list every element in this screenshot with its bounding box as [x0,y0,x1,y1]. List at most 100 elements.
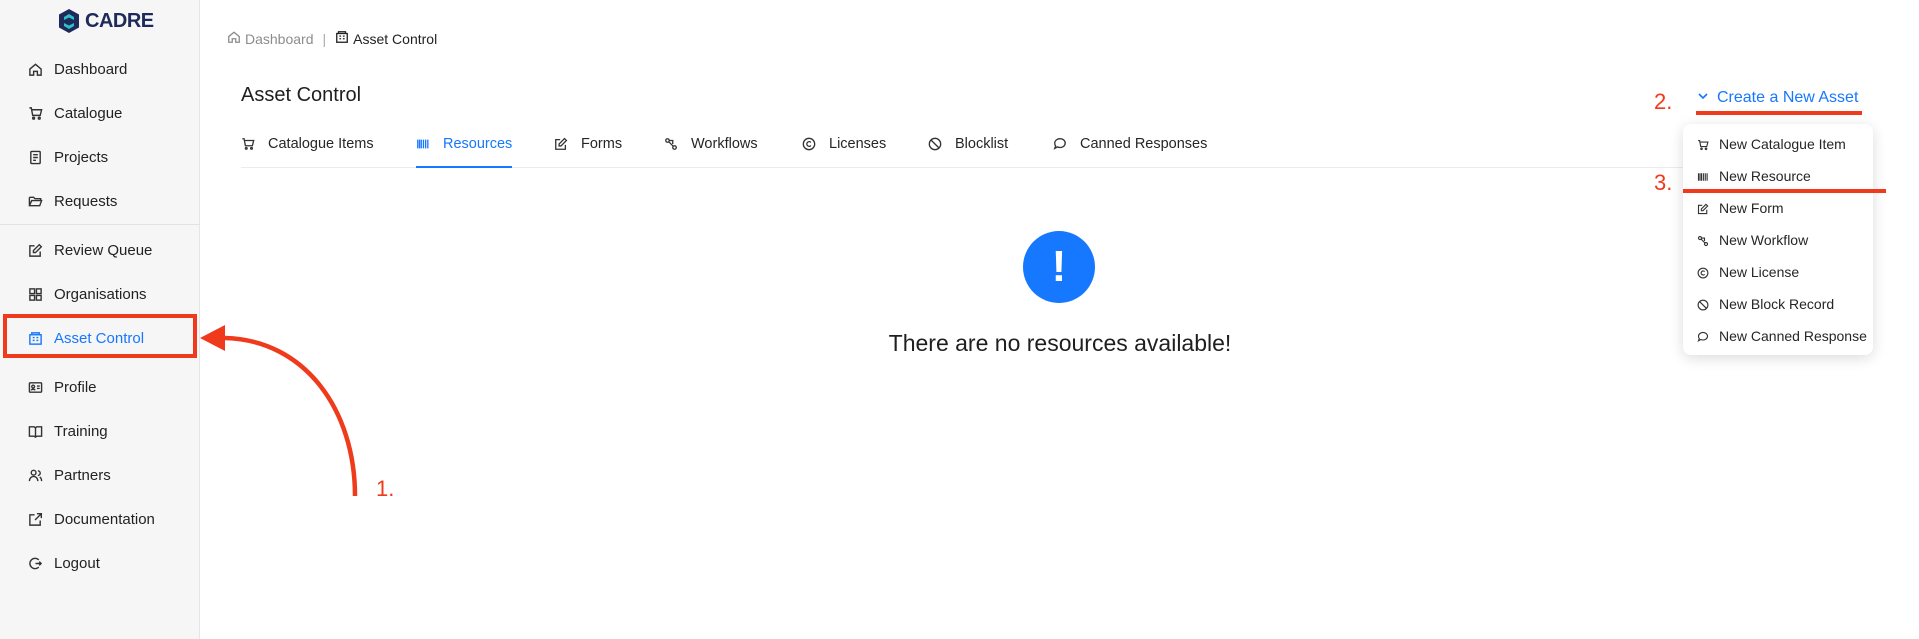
logout-icon [27,555,43,571]
annotation-underline-new-resource [1683,189,1886,193]
sidebar-item-logout[interactable]: Logout [0,541,200,585]
tab-catalogue-items[interactable]: Catalogue Items [241,130,374,168]
tab-canned-responses[interactable]: Canned Responses [1053,130,1207,168]
asset-tabs: Catalogue Items Resources Forms Workflow… [241,130,1691,168]
edit-icon [27,242,43,258]
sidebar-item-label: Projects [54,148,109,166]
barcode-icon [416,137,430,151]
sidebar-item-label: Catalogue [54,104,123,122]
menu-item-label: New License [1719,264,1800,280]
annotation-step-1: 1. [376,476,395,501]
sidebar-item-label: Dashboard [54,60,128,78]
annotation-step-3: 3. [1654,170,1673,195]
tab-label: Canned Responses [1080,136,1208,152]
sidebar-item-label: Review Queue [54,241,153,259]
tab-label: Workflows [691,136,758,152]
breadcrumb: Dashboard | Asset Control [227,30,437,47]
block-icon [928,137,942,151]
create-asset-dropdown: New Catalogue Item New Resource New Form… [1683,124,1873,355]
tab-label: Forms [581,136,623,152]
page-title: Asset Control [241,84,362,106]
breadcrumb-item-dashboard[interactable]: Dashboard [227,30,314,47]
menu-item-label: New Resource [1719,168,1811,184]
app-root: CADRE Dashboard Catalogue Projects Reque… [0,0,1919,639]
menu-item-new-license[interactable]: New License [1683,256,1873,288]
sidebar-item-projects[interactable]: Projects [0,135,200,179]
cart-icon [241,137,255,151]
workflow-icon [1697,234,1709,247]
tab-licenses[interactable]: Licenses [802,130,886,168]
tab-workflows[interactable]: Workflows [664,130,758,168]
home-icon [227,30,241,47]
breadcrumb-label: Asset Control [353,30,438,47]
sidebar-item-dashboard[interactable]: Dashboard [0,47,200,91]
breadcrumb-separator: | [322,30,327,47]
id-card-icon [27,379,43,395]
book-icon [27,423,43,439]
copyright-icon [802,137,816,151]
tab-label: Catalogue Items [268,136,374,152]
menu-item-label: New Form [1719,200,1784,216]
copyright-icon [1697,266,1709,279]
users-icon [27,467,43,483]
sidebar-item-partners[interactable]: Partners [0,453,200,497]
cadre-logo-icon [57,8,81,34]
cart-icon [1697,138,1709,151]
sidebar-item-label: Partners [54,466,111,484]
alert-icon: ! [1023,231,1095,303]
sidebar-item-profile[interactable]: Profile [0,365,200,409]
sidebar-divider [0,224,200,225]
annotation-step-2: 2. [1654,89,1673,114]
sidebar-item-review-queue[interactable]: Review Queue [0,228,200,272]
empty-state-message: There are no resources available! [888,330,1232,356]
sidebar-item-label: Requests [54,192,118,210]
menu-item-label: New Canned Response [1719,328,1867,344]
document-icon [27,149,43,165]
sidebar-item-documentation[interactable]: Documentation [0,497,200,541]
asset-control-icon [335,30,349,47]
edit-icon [554,137,568,151]
tab-resources[interactable]: Resources [416,130,513,168]
annotation-highlight-box [3,314,197,358]
sidebar-item-catalogue[interactable]: Catalogue [0,91,200,135]
grid-icon [27,286,43,302]
tab-forms[interactable]: Forms [554,130,622,168]
menu-item-new-form[interactable]: New Form [1683,192,1873,224]
menu-item-new-canned-response[interactable]: New Canned Response [1683,320,1873,352]
sidebar-item-organisations[interactable]: Organisations [0,272,200,316]
cart-icon [27,105,43,121]
annotation-underline-create [1696,111,1862,115]
chevron-down-icon [1697,89,1709,107]
menu-item-new-block-record[interactable]: New Block Record [1683,288,1873,320]
sidebar-item-label: Documentation [54,510,155,528]
barcode-icon [1697,170,1709,182]
annotation-arrow [200,325,358,497]
home-icon [27,61,43,77]
chat-icon [1053,137,1067,151]
sidebar-item-training[interactable]: Training [0,409,200,453]
block-icon [1697,298,1709,311]
create-new-asset-button[interactable]: Create a New Asset [1697,89,1858,107]
tab-blocklist[interactable]: Blocklist [928,130,1008,168]
sidebar-item-label: Profile [54,378,97,396]
logo-text: CADRE [85,9,154,32]
external-link-icon [27,511,43,527]
chat-icon [1697,330,1709,342]
menu-item-label: New Workflow [1719,232,1809,248]
menu-item-new-workflow[interactable]: New Workflow [1683,224,1873,256]
menu-item-label: New Block Record [1719,296,1835,312]
breadcrumb-label: Dashboard [245,30,314,47]
breadcrumb-item-asset-control: Asset Control [335,30,437,47]
logo[interactable]: CADRE [57,8,154,34]
sidebar-item-label: Training [54,422,108,440]
sidebar-item-label: Organisations [54,285,147,303]
sidebar-item-label: Logout [54,554,100,572]
edit-icon [1697,202,1709,215]
create-new-asset-label: Create a New Asset [1717,89,1859,106]
menu-item-new-catalogue-item[interactable]: New Catalogue Item [1683,128,1873,160]
menu-item-new-resource[interactable]: New Resource [1683,160,1873,192]
menu-item-label: New Catalogue Item [1719,136,1846,152]
folder-open-icon [27,193,43,209]
sidebar-item-requests[interactable]: Requests [0,179,200,223]
tab-label: Blocklist [955,136,1009,152]
